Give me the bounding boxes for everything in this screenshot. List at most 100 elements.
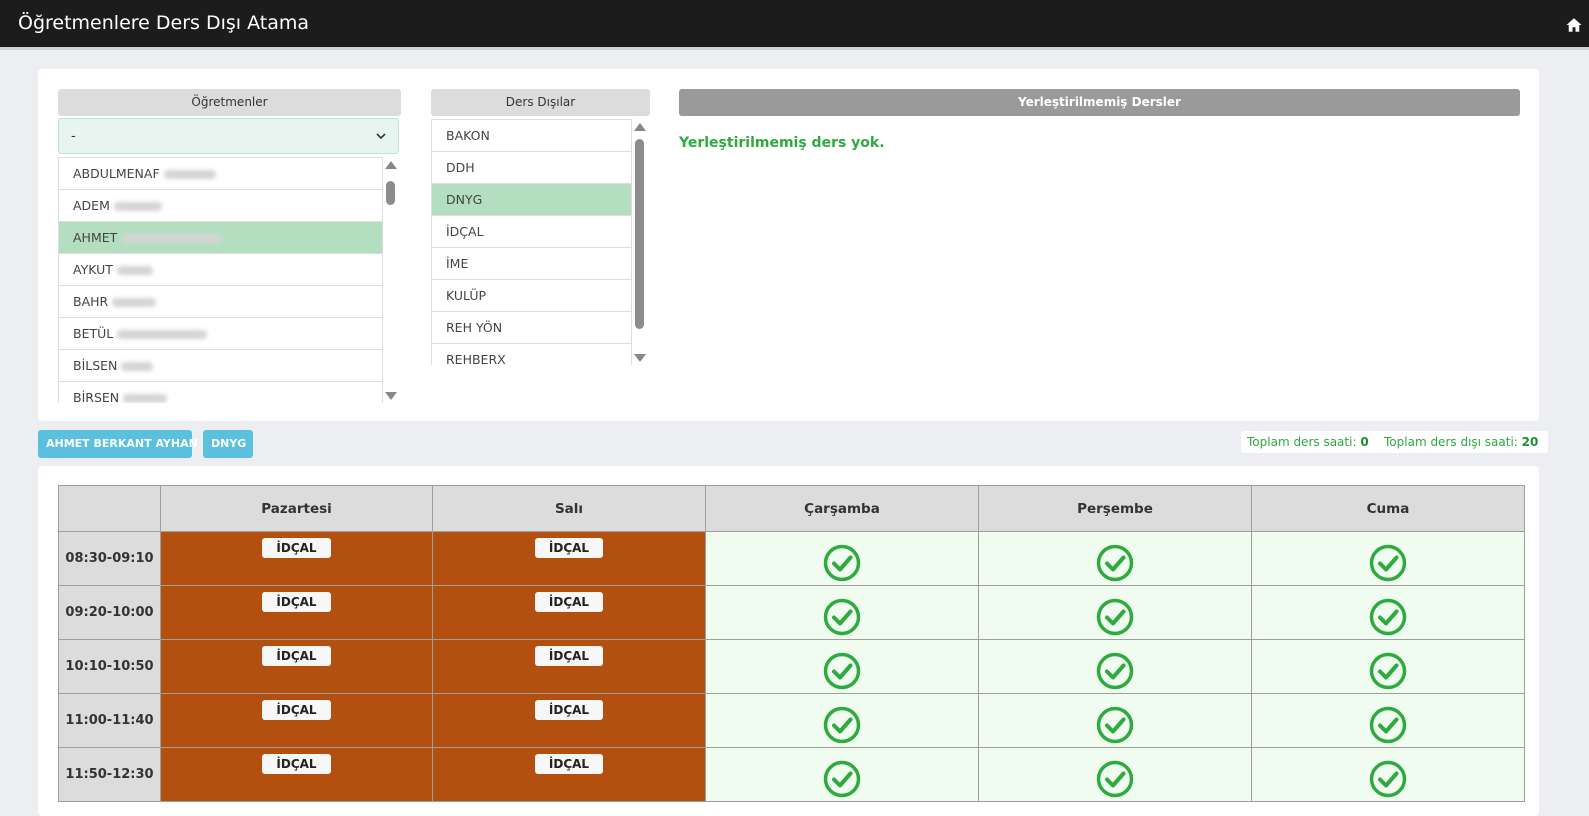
teacher-name: BİRSEN — [73, 390, 120, 403]
assigned-ders-tag[interactable]: İDÇAL — [534, 592, 604, 612]
teacher-list-item[interactable]: BİRSEN — [59, 382, 382, 403]
check-icon — [823, 760, 861, 797]
check-icon — [823, 706, 861, 743]
ders-list-item[interactable]: İME — [432, 248, 631, 280]
schedule-cell-available[interactable] — [978, 693, 1252, 748]
assigned-ders-tag[interactable]: İDÇAL — [262, 592, 331, 612]
total-ders-label: Toplam ders saati: — [1247, 435, 1357, 449]
schedule-cell-assigned[interactable]: İDÇAL — [160, 693, 433, 748]
selected-teacher-chip[interactable]: AHMET BERKANT AYHAN — [38, 430, 198, 458]
scroll-thumb[interactable] — [386, 181, 395, 205]
unplaced-message: Yerleştirilmemiş ders yok. — [679, 135, 885, 151]
schedule-cell-available[interactable] — [1251, 693, 1525, 748]
redacted-surname — [123, 394, 168, 403]
schedule-cell-assigned[interactable]: İDÇAL — [160, 585, 433, 640]
check-icon — [1369, 598, 1407, 635]
assigned-ders-tag[interactable]: İDÇAL — [534, 754, 604, 774]
day-header: Cuma — [1251, 485, 1525, 532]
ders-list: BAKON DDH DNYG İDÇAL İME KULÜP REH YÖN REHBERX — [431, 119, 632, 365]
home-icon[interactable] — [1565, 16, 1583, 34]
schedule-cell-available[interactable] — [705, 585, 979, 640]
check-icon — [1096, 598, 1134, 635]
schedule-cell-assigned[interactable]: İDÇAL — [160, 747, 433, 802]
redacted-surname — [112, 298, 157, 307]
schedule-cell-assigned[interactable]: İDÇAL — [432, 693, 706, 748]
ders-list-item[interactable]: İDÇAL — [432, 216, 631, 248]
schedule-cell-available[interactable] — [705, 639, 979, 694]
redacted-surname — [116, 266, 153, 275]
schedule-cell-assigned[interactable]: İDÇAL — [160, 639, 433, 694]
check-icon — [1096, 706, 1134, 743]
schedule-cell-assigned[interactable]: İDÇAL — [432, 585, 706, 640]
schedule-cell-available[interactable] — [1251, 639, 1525, 694]
schedule-table: Pazartesi Salı Çarşamba Perşembe Cuma 08:30-… — [58, 485, 1525, 802]
schedule-header-row: Pazartesi Salı Çarşamba Perşembe Cuma — [58, 485, 1525, 532]
teachers-heading: Öğretmenler — [58, 89, 401, 116]
schedule-cell-available[interactable] — [1251, 747, 1525, 802]
ders-list-item[interactable]: REH YÖN — [432, 312, 631, 344]
assigned-ders-tag[interactable]: İDÇAL — [262, 700, 331, 720]
schedule-cell-available[interactable] — [1251, 585, 1525, 640]
day-header: Salı — [432, 485, 706, 532]
day-header: Çarşamba — [705, 485, 979, 532]
scroll-down-icon[interactable] — [634, 354, 646, 362]
ders-list-scrollbar[interactable] — [632, 121, 648, 364]
scroll-down-icon[interactable] — [385, 392, 397, 400]
schedule-cell-assigned[interactable]: İDÇAL — [432, 639, 706, 694]
redacted-surname — [121, 362, 154, 371]
assigned-ders-tag[interactable]: İDÇAL — [534, 700, 604, 720]
ders-list-item[interactable]: KULÜP — [432, 280, 631, 312]
scroll-up-icon[interactable] — [634, 123, 646, 131]
assigned-ders-tag[interactable]: İDÇAL — [262, 646, 331, 666]
assigned-ders-tag[interactable]: İDÇAL — [262, 754, 331, 774]
total-dersdisi-label: Toplam ders dışı saati: — [1384, 435, 1518, 449]
teacher-list-item[interactable]: AYKUT — [59, 254, 382, 286]
teacher-list-item[interactable]: BETÜL — [59, 318, 382, 350]
schedule-row: 10:10-10:50 İDÇAL İDÇAL — [58, 639, 1525, 694]
time-slot-label: 11:50-12:30 — [58, 747, 161, 802]
scroll-thumb[interactable] — [635, 139, 644, 329]
schedule-cell-available[interactable] — [705, 531, 979, 586]
selected-ders-chip[interactable]: DNYG — [203, 430, 253, 458]
teacher-list: ABDULMENAF ADEM AHMET AYKUT BAHR BETÜL BİLSEN B… — [58, 157, 383, 403]
schedule-row: 11:50-12:30 İDÇAL İDÇAL — [58, 747, 1525, 802]
redacted-surname — [163, 170, 216, 179]
ders-list-item[interactable]: DDH — [432, 152, 631, 184]
teacher-list-scrollbar[interactable] — [383, 159, 399, 402]
ders-heading: Ders Dışılar — [431, 89, 650, 116]
schedule-cell-available[interactable] — [978, 639, 1252, 694]
teacher-filter-select[interactable]: - — [58, 118, 399, 154]
schedule-cell-assigned[interactable]: İDÇAL — [432, 531, 706, 586]
redacted-surname — [113, 202, 162, 211]
schedule-cell-assigned[interactable]: İDÇAL — [432, 747, 706, 802]
assigned-ders-tag[interactable]: İDÇAL — [262, 538, 331, 558]
top-bar: Öğretmenlere Ders Dışı Atama — [0, 0, 1589, 50]
teacher-list-item[interactable]: AHMET — [59, 222, 382, 254]
check-icon — [1096, 544, 1134, 581]
ders-list-item[interactable]: REHBERX — [432, 344, 631, 365]
ders-list-item[interactable]: BAKON — [432, 120, 631, 152]
scroll-up-icon[interactable] — [385, 161, 397, 169]
teacher-list-item[interactable]: BAHR — [59, 286, 382, 318]
schedule-row: 08:30-09:10 İDÇAL İDÇAL — [58, 531, 1525, 586]
schedule-cell-available[interactable] — [978, 531, 1252, 586]
schedule-cell-assigned[interactable]: İDÇAL — [160, 531, 433, 586]
schedule-cell-available[interactable] — [705, 693, 979, 748]
assigned-ders-tag[interactable]: İDÇAL — [534, 646, 604, 666]
ders-list-item[interactable]: DNYG — [432, 184, 631, 216]
teacher-list-item[interactable]: ABDULMENAF — [59, 158, 382, 190]
teacher-name: BAHR — [73, 294, 109, 309]
teacher-name: AYKUT — [73, 262, 113, 277]
assigned-ders-tag[interactable]: İDÇAL — [534, 538, 604, 558]
teacher-list-item[interactable]: BİLSEN — [59, 350, 382, 382]
day-header: Perşembe — [978, 485, 1252, 532]
schedule-cell-available[interactable] — [705, 747, 979, 802]
schedule-cell-available[interactable] — [978, 747, 1252, 802]
schedule-cell-available[interactable] — [978, 585, 1252, 640]
day-header: Pazartesi — [160, 485, 433, 532]
check-icon — [1096, 760, 1134, 797]
teacher-list-item[interactable]: ADEM — [59, 190, 382, 222]
total-dersdisi-value: 20 — [1521, 435, 1539, 449]
schedule-cell-available[interactable] — [1251, 531, 1525, 586]
selection-card: Öğretmenler Ders Dışılar Yerleştirilmemi… — [38, 69, 1539, 421]
